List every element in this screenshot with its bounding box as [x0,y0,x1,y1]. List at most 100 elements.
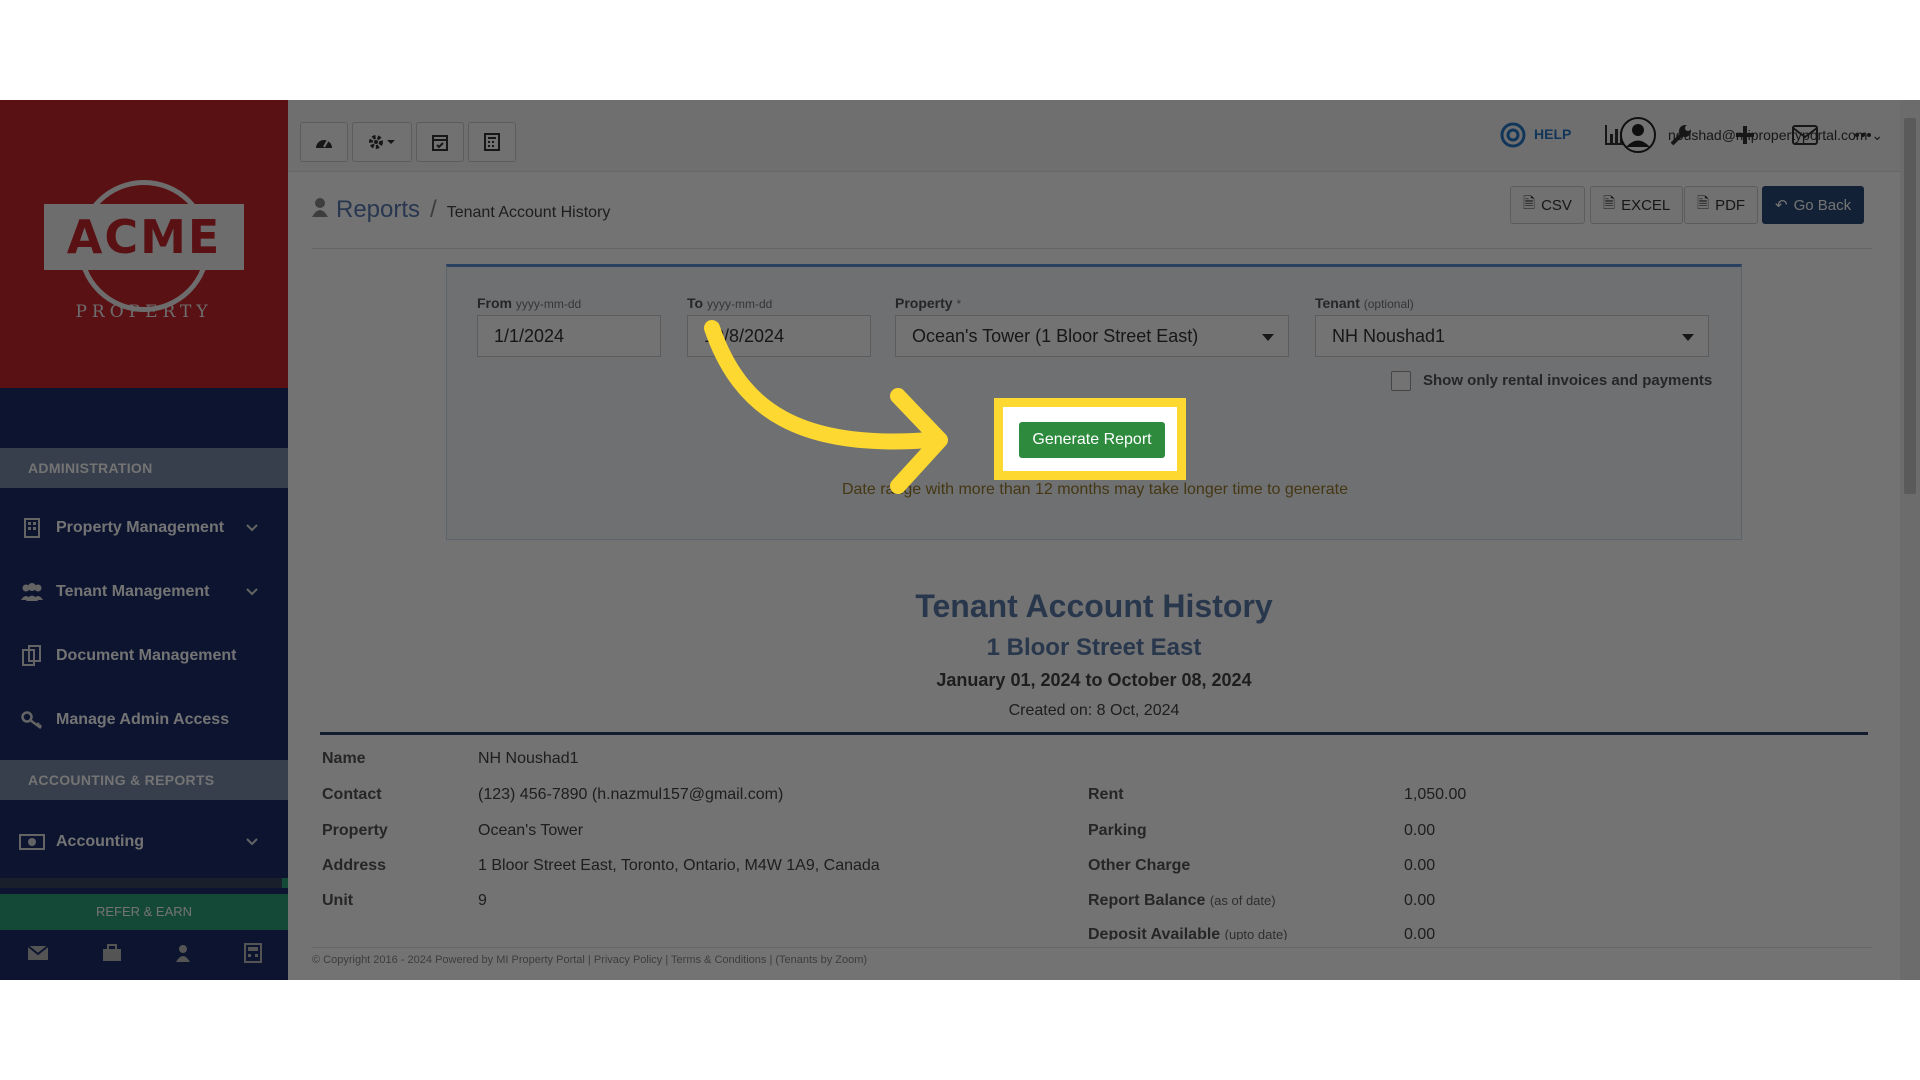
to-label: To yyyy-mm-dd [687,295,772,311]
sidebar-scroll-track [0,878,288,888]
file-icon: 🗎 [1697,193,1709,218]
reply-icon: ↶ [1775,196,1788,214]
tenant-hint: (optional) [1364,297,1414,311]
settings-dropdown-button[interactable] [352,122,412,162]
deposit-hint: (upto date) [1225,927,1288,940]
name-value: NH Noushad1 [478,750,579,768]
property-row-value: Ocean's Tower [478,822,583,840]
sidebar-item-property-management[interactable]: Property Management [0,500,288,556]
go-back-label: Go Back [1794,197,1852,214]
csv-button[interactable]: 🗎CSV [1510,186,1585,224]
user-icon [312,197,328,217]
from-label: From yyyy-mm-dd [477,295,581,311]
other-charge-label: Other Charge [1088,857,1190,875]
calendar-button[interactable] [416,122,464,162]
user-menu[interactable]: noushad@mipropertyportal.com ⌄ [1668,127,1883,144]
divider [312,248,1872,249]
page-scrollbar[interactable] [1900,100,1920,980]
generate-report-button[interactable]: Generate Report [1019,422,1165,458]
caret-down-icon [1682,334,1694,341]
sidebar-footer [0,930,288,980]
key-icon [18,709,46,731]
sidebar-item-manage-admin-access[interactable]: Manage Admin Access [0,692,288,748]
caret-down-icon [1262,334,1274,341]
rent-value: 1,050.00 [1404,786,1466,804]
file-icon: 🗎 [1523,193,1535,218]
logo[interactable]: ACME PROPERTY [0,100,288,388]
documents-icon [18,645,46,667]
contact-label: Contact [322,786,382,804]
unit-label: Unit [322,892,353,910]
top-toolbar: HELP noushad@mipropertyportal.com ⌄ [288,100,1920,172]
unit-value: 9 [478,892,487,910]
rental-only-checkbox[interactable] [1391,371,1411,391]
refer-earn-button[interactable]: REFER & EARN [0,894,288,930]
report-balance-value: 0.00 [1404,892,1435,910]
breadcrumb: Reports / Tenant Account History [312,196,610,224]
rental-only-label: Show only rental invoices and payments [1423,372,1712,389]
app-window: ACME PROPERTY ADMINISTRATION Property Ma… [0,100,1920,980]
help-link[interactable]: HELP [1534,126,1571,142]
sidebar-item-label: Manage Admin Access [56,711,229,729]
avatar[interactable] [1618,118,1658,152]
address-label: Address [322,857,386,875]
report-created: Created on: 8 Oct, 2024 [288,702,1900,720]
other-charge-value: 0.00 [1404,857,1435,875]
calculator-icon[interactable] [244,943,262,968]
sidebar-item-label: Tenant Management [56,583,210,601]
sidebar-item-label: Document Management [56,647,236,665]
mail-icon[interactable] [27,945,49,966]
main-content: Reports / Tenant Account History 🗎CSV 🗎E… [288,172,1900,980]
section-administration: ADMINISTRATION [0,448,288,488]
deposit-label: Deposit Available (upto date) [1088,926,1288,940]
dashboard-button[interactable] [300,122,348,162]
parking-value: 0.00 [1404,822,1435,840]
contact-value: (123) 456-7890 (h.nazmul157@gmail.com) [478,786,783,804]
sidebar: ACME PROPERTY ADMINISTRATION Property Ma… [0,100,288,980]
breadcrumb-current: Tenant Account History [447,204,611,222]
generate-report-highlight: Generate Report [994,398,1186,480]
chevron-down-icon [244,584,260,600]
report-date-range: January 01, 2024 to October 08, 2024 [288,670,1900,691]
property-label: Property * [895,295,961,311]
to-hint: yyyy-mm-dd [707,297,772,311]
pdf-label: PDF [1715,197,1745,214]
user-icon[interactable] [175,944,191,967]
calendar-check-icon [431,133,449,151]
to-date-input[interactable]: 10/8/2024 [687,315,871,357]
sidebar-item-document-management[interactable]: Document Management [0,628,288,684]
excel-button[interactable]: 🗎EXCEL [1590,186,1683,224]
sidebar-item-label: Property Management [56,519,224,537]
help-icon[interactable] [1496,118,1530,152]
gear-icon [367,133,397,151]
tenant-value: NH Noushad1 [1332,326,1445,347]
report-divider [320,732,1868,735]
logo-sub: PROPERTY [44,302,244,322]
property-row-label: Property [322,822,388,840]
chevron-down-icon: ⌄ [1871,127,1883,143]
logo-brand: ACME [44,210,244,264]
dashboard-icon [314,134,334,150]
footer: © Copyright 2016 - 2024 Powered by MI Pr… [312,954,867,966]
users-icon [18,581,46,603]
report-subtitle: 1 Bloor Street East [288,634,1900,662]
rent-label: Rent [1088,786,1124,804]
page-title[interactable]: Reports [336,196,420,224]
section-accounting-reports: ACCOUNTING & REPORTS [0,760,288,800]
deposit-value: 0.00 [1404,926,1435,940]
calculator-button[interactable] [468,122,516,162]
report-balance-label: Report Balance (as of date) [1088,892,1276,910]
sidebar-item-tenant-management[interactable]: Tenant Management [0,564,288,620]
chevron-down-icon [244,520,260,536]
sidebar-item-accounting[interactable]: Accounting [0,814,288,870]
go-back-button[interactable]: ↶ Go Back [1762,186,1864,224]
scroll-thumb[interactable] [1904,118,1916,494]
tenant-select[interactable]: NH Noushad1 [1315,315,1709,357]
pdf-button[interactable]: 🗎 PDF [1684,186,1758,224]
briefcase-icon[interactable] [102,944,122,967]
property-select[interactable]: Ocean's Tower (1 Bloor Street East) [895,315,1289,357]
report-balance-hint: (as of date) [1210,893,1276,908]
from-date-input[interactable]: 1/1/2024 [477,315,661,357]
date-range-note: Date range with more than 12 months may … [447,481,1743,499]
calculator-icon [484,133,500,151]
